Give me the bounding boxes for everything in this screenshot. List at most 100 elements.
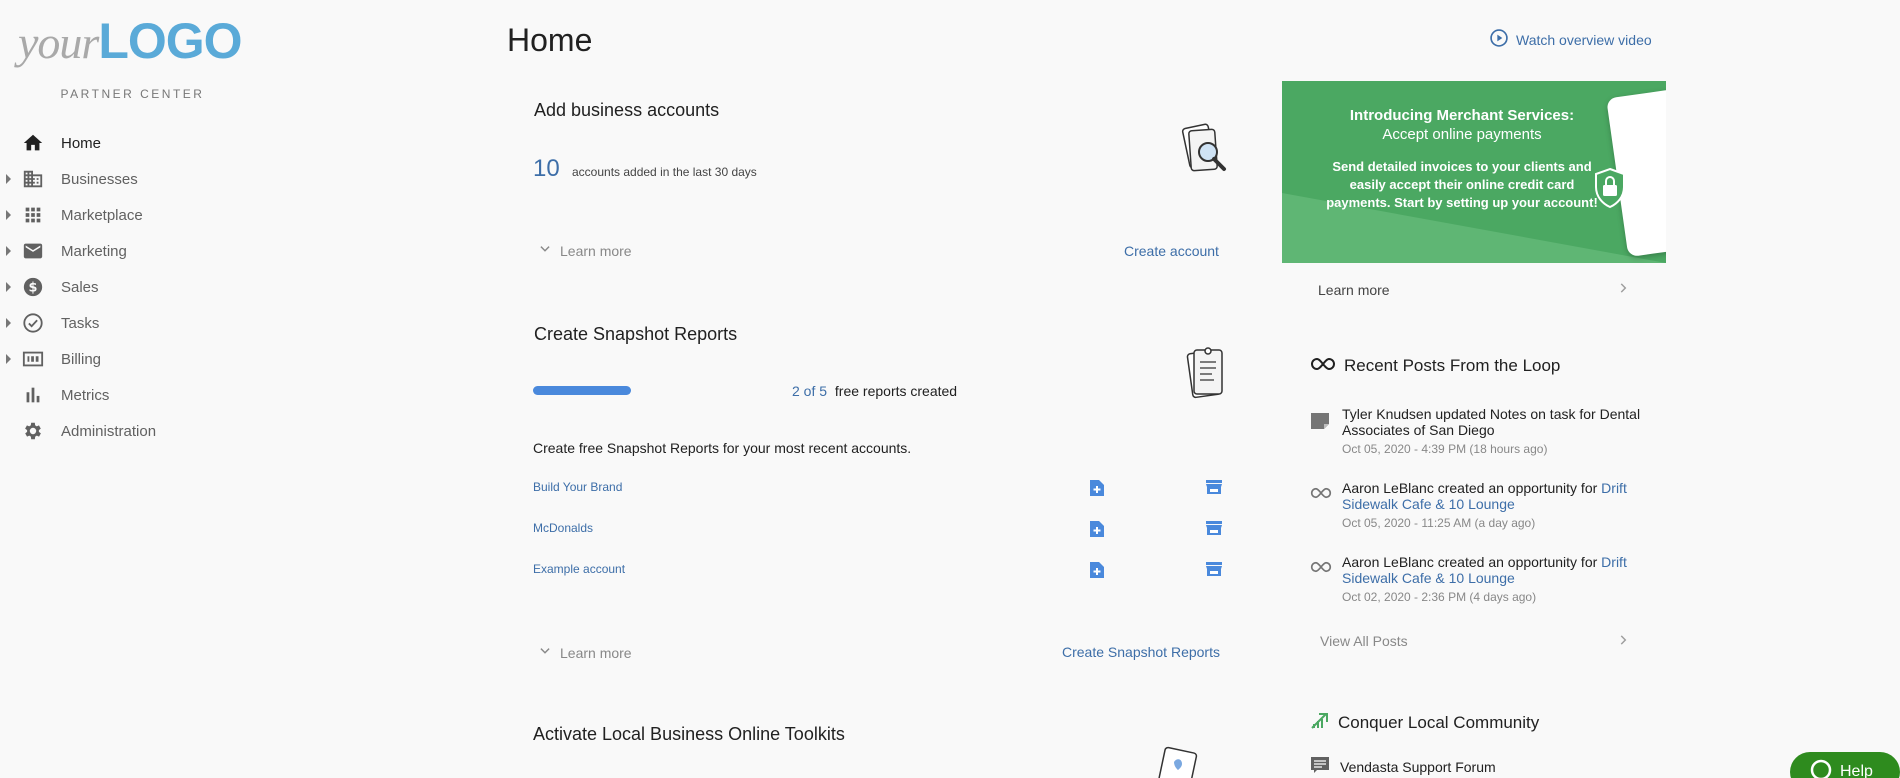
caret-right-icon[interactable] [6, 246, 11, 256]
post-time: Oct 02, 2020 - 2:36 PM (4 days ago) [1342, 590, 1537, 604]
help-icon [1810, 759, 1832, 778]
sidebar-item-label: Home [61, 134, 102, 152]
support-forum-label: Vendasta Support Forum [1340, 758, 1496, 775]
sidebar-item-label: Metrics [61, 386, 110, 404]
chevron-down-icon [538, 242, 552, 259]
merchant-services-promo[interactable]: Introducing Merchant Services: Accept on… [1282, 81, 1666, 263]
sidebar-item-marketing[interactable]: Marketing [0, 233, 290, 269]
bar-chart-icon [22, 384, 44, 406]
sidebar-item-label: Administration [61, 422, 157, 440]
post-time: Oct 05, 2020 - 4:39 PM (18 hours ago) [1342, 442, 1548, 456]
store-icon[interactable] [1205, 561, 1223, 582]
accounts-count: 10 [533, 155, 560, 182]
add-report-icon[interactable] [1089, 479, 1105, 502]
sidebar: your LOGO PARTNER CENTER Home Businesses… [0, 0, 290, 778]
logo-brand: LOGO [98, 13, 242, 69]
create-account-button[interactable]: Create account [1124, 243, 1219, 259]
sidebar-item-label: Billing [61, 350, 102, 368]
toolkits-title: Activate Local Business Online Toolkits [533, 724, 845, 744]
sidebar-item-marketplace[interactable]: Marketplace [0, 197, 290, 233]
post-text: Aaron LeBlanc created an opportunity for… [1342, 480, 1652, 512]
logo[interactable]: your LOGO [18, 12, 243, 70]
add-report-icon[interactable] [1089, 561, 1105, 584]
home-icon [22, 132, 44, 154]
promo-learn-more[interactable]: Learn more [1282, 270, 1630, 310]
chevron-right-icon [1616, 281, 1630, 300]
trending-up-icon [1310, 711, 1330, 734]
post-text-main: Aaron LeBlanc created an opportunity for [1342, 480, 1602, 496]
view-all-posts-link[interactable]: View All Posts [1310, 633, 1630, 650]
loop-section-title: Recent Posts From the Loop [1310, 356, 1560, 376]
sidebar-item-home[interactable]: Home [0, 125, 290, 161]
report-document-icon [1184, 344, 1230, 409]
partner-center-label: PARTNER CENTER [60, 87, 205, 101]
snapshot-progress-bar [533, 386, 631, 395]
sidebar-item-billing[interactable]: Billing [0, 341, 290, 377]
chevron-down-icon [538, 644, 552, 661]
caret-right-icon[interactable] [6, 174, 11, 184]
search-document-icon [1178, 122, 1230, 185]
promo-title-line1: Introducing Merchant Services: [1349, 107, 1575, 124]
community-title: Conquer Local Community [1338, 712, 1540, 732]
sidebar-item-administration[interactable]: Administration [0, 413, 290, 449]
list-item: Build Your Brand [533, 474, 1226, 515]
post-text-main: Tyler Knudsen updated Notes on task for … [1342, 406, 1641, 438]
page-title: Home [507, 22, 593, 58]
post-time: Oct 05, 2020 - 11:25 AM (a day ago) [1342, 516, 1536, 530]
caret-right-icon[interactable] [6, 282, 11, 292]
learn-more-accounts[interactable]: Learn more [538, 242, 632, 259]
gear-icon [22, 420, 44, 442]
snapshot-report-list: Build Your Brand McDonalds Example accou… [533, 474, 1226, 597]
billing-icon [22, 348, 44, 370]
watch-video-link[interactable]: Watch overview video [1489, 28, 1652, 51]
infinity-icon [1310, 356, 1336, 376]
progress-suffix: free reports created [834, 383, 958, 399]
sidebar-item-sales[interactable]: $ Sales [0, 269, 290, 305]
building-icon [22, 168, 44, 190]
chevron-right-icon [1616, 633, 1630, 650]
community-section-title: Conquer Local Community [1310, 711, 1539, 734]
list-item: McDonalds [533, 515, 1226, 556]
sidebar-item-label: Tasks [61, 314, 100, 332]
support-forum-link[interactable]: Vendasta Support Forum [1310, 756, 1496, 777]
promo-learn-more-label: Learn more [1318, 282, 1390, 298]
list-item: Example account [533, 556, 1226, 597]
svg-text:$: $ [29, 281, 38, 296]
play-circle-icon [1489, 28, 1509, 51]
promo-title-line2: Accept online payments [1382, 126, 1542, 143]
promo-body: Send detailed invoices to your clients a… [1326, 159, 1598, 210]
create-snapshot-button[interactable]: Create Snapshot Reports [1062, 644, 1220, 660]
loop-icon [1310, 486, 1332, 504]
card-title: Add business accounts [534, 100, 720, 120]
promo-title: Introducing Merchant Services: Accept on… [1312, 106, 1612, 144]
post-text-main: Aaron LeBlanc created an opportunity for [1342, 554, 1602, 570]
account-link[interactable]: McDonalds [533, 521, 593, 535]
learn-more-snapshot[interactable]: Learn more [538, 644, 632, 661]
forum-icon [1310, 756, 1330, 777]
account-link[interactable]: Example account [533, 562, 625, 576]
sidebar-item-businesses[interactable]: Businesses [0, 161, 290, 197]
note-icon [1310, 412, 1330, 435]
sidebar-item-tasks[interactable]: Tasks [0, 305, 290, 341]
post-text: Tyler Knudsen updated Notes on task for … [1342, 406, 1652, 438]
sidebar-item-metrics[interactable]: Metrics [0, 377, 290, 413]
add-report-icon[interactable] [1089, 520, 1105, 543]
help-button[interactable]: Help [1790, 752, 1900, 778]
caret-right-icon[interactable] [6, 210, 11, 220]
post-text: Aaron LeBlanc created an opportunity for… [1342, 554, 1652, 586]
caret-right-icon[interactable] [6, 318, 11, 328]
check-circle-icon [22, 312, 44, 334]
caret-right-icon[interactable] [6, 354, 11, 364]
account-link[interactable]: Build Your Brand [533, 480, 622, 494]
snapshot-description: Create free Snapshot Reports for your mo… [533, 440, 912, 456]
toolkit-icon [1156, 746, 1200, 778]
sidebar-item-label: Sales [61, 278, 99, 296]
loop-icon [1310, 560, 1332, 578]
mail-icon [22, 240, 44, 262]
snapshot-progress-text: 2 of 5 free reports created [792, 383, 957, 399]
store-icon[interactable] [1205, 479, 1223, 500]
accounts-count-label: accounts added in the last 30 days [572, 165, 757, 179]
store-icon[interactable] [1205, 520, 1223, 541]
view-all-label: View All Posts [1320, 633, 1408, 649]
learn-more-label: Learn more [560, 242, 632, 259]
